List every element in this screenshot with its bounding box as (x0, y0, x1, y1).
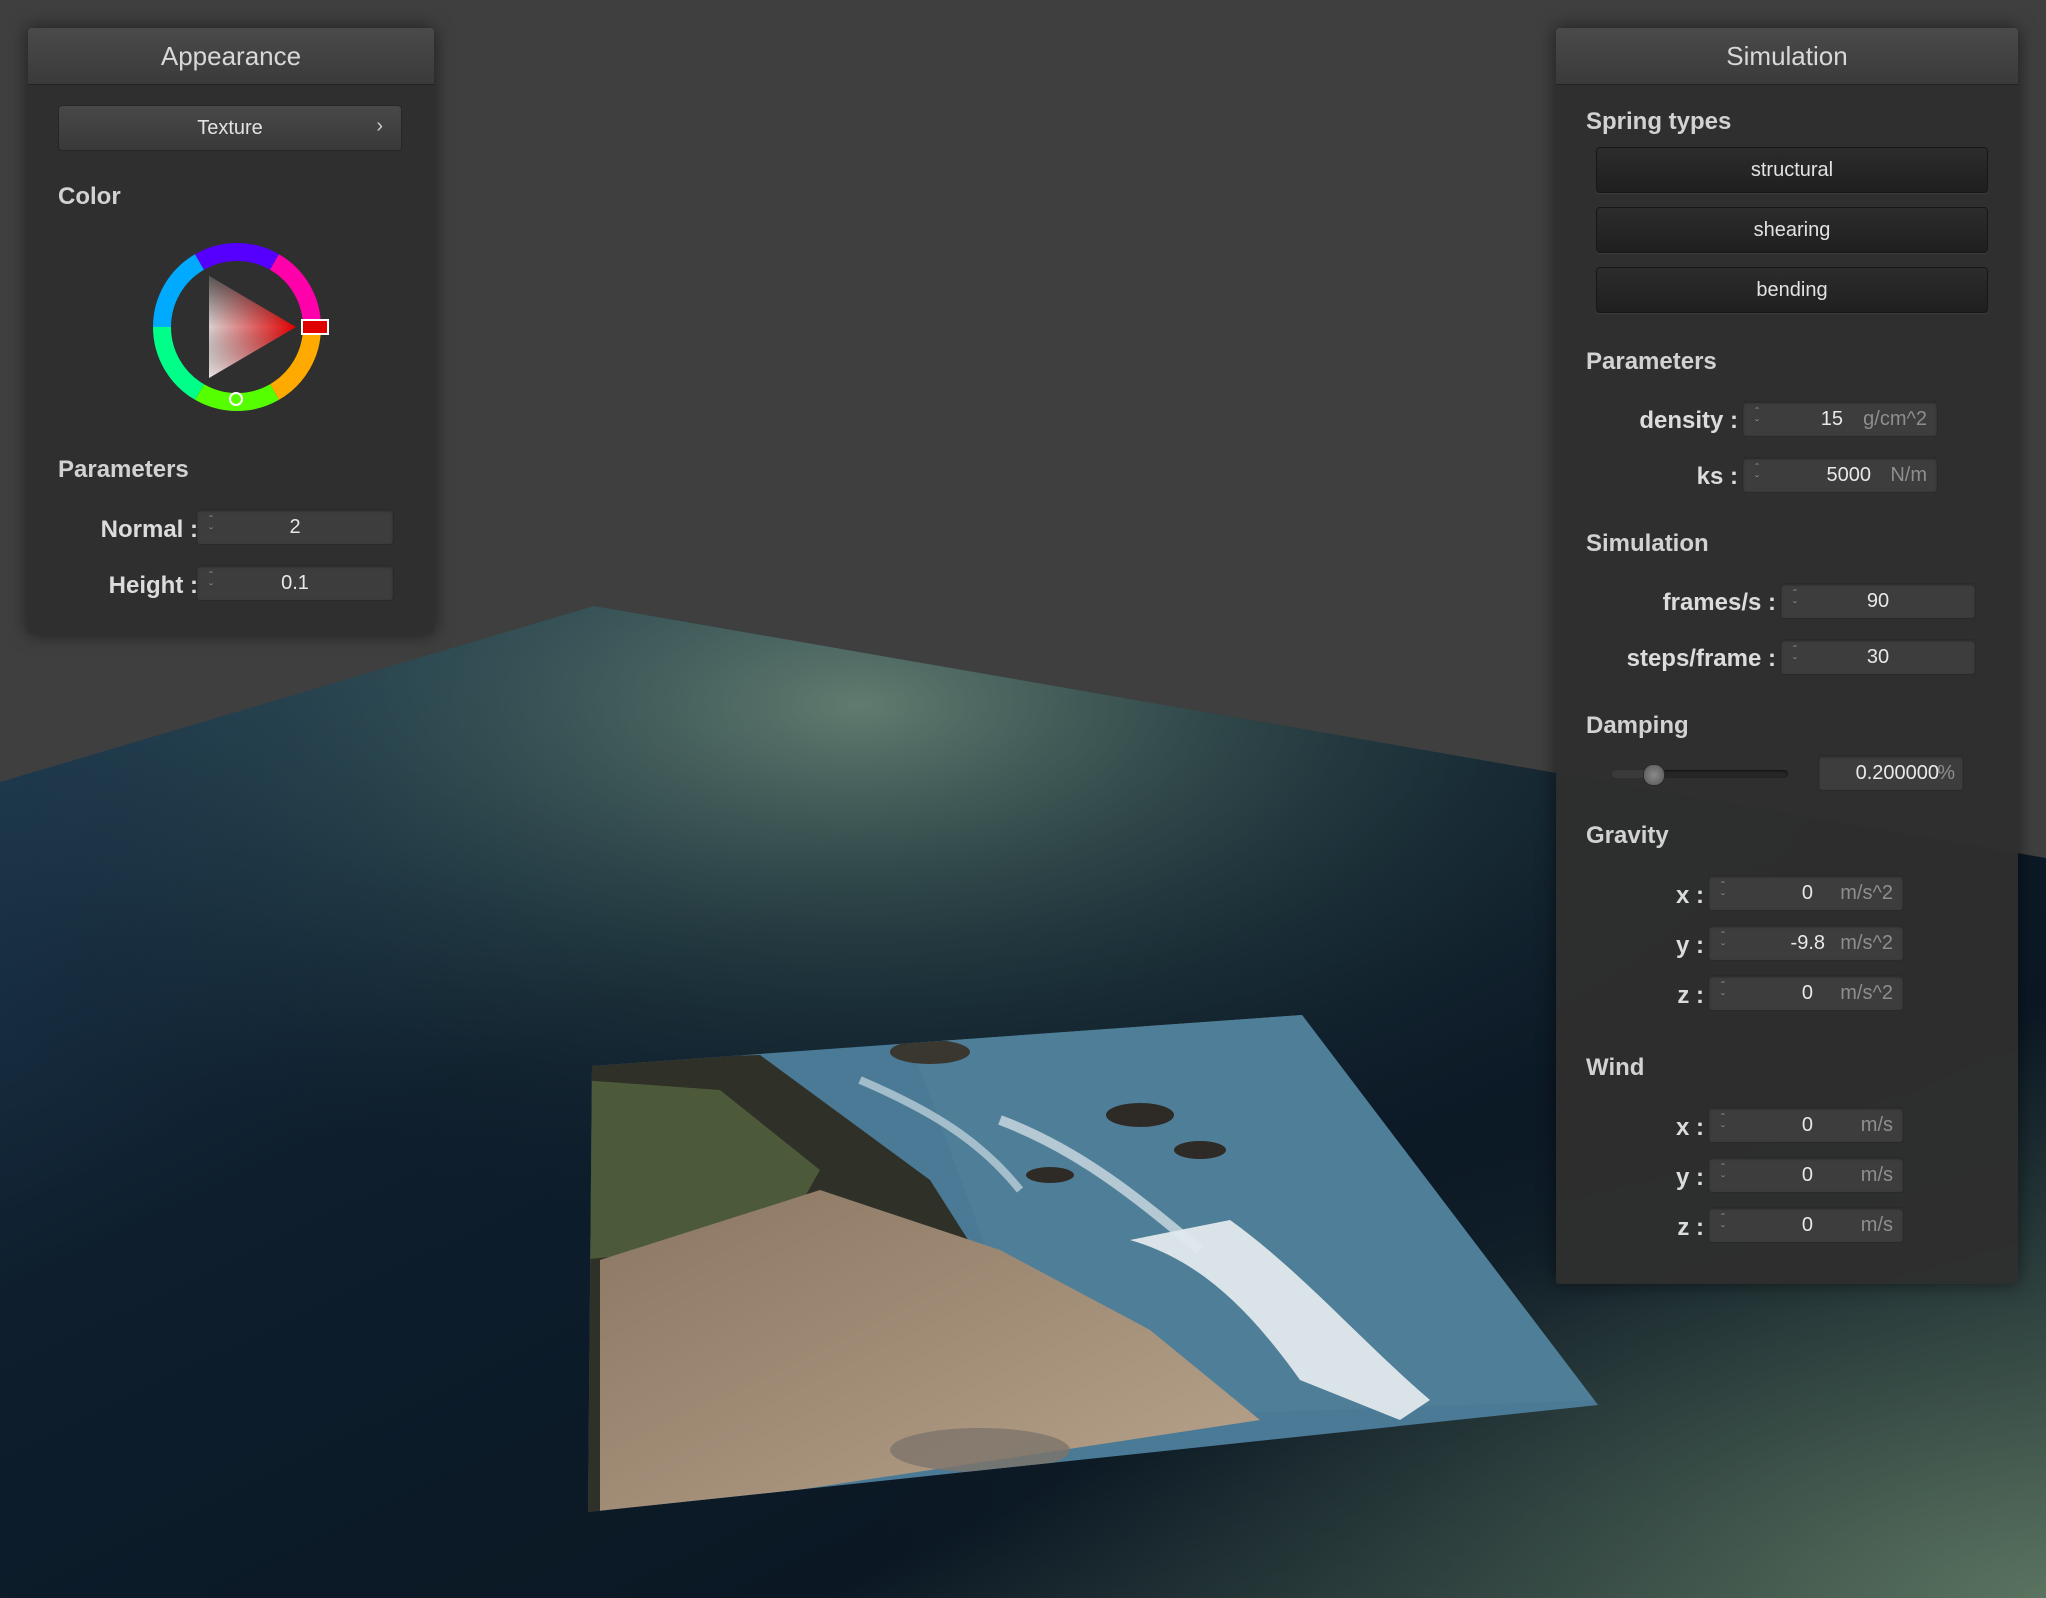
spinner-arrows-icon[interactable]: ˆˇ (1717, 1161, 1729, 1187)
simulation-title: Simulation (1726, 40, 1848, 71)
gravity-z-label: z : (1677, 982, 1704, 1009)
fps-input[interactable]: ˆˇ 90 (1780, 583, 1976, 619)
ks-input[interactable]: ˆˇ 5000 N/m (1742, 457, 1938, 493)
gravity-z-input[interactable]: ˆˇ 0 m/s^2 (1708, 975, 1904, 1011)
height-input[interactable]: ˆˇ 0.1 (196, 565, 394, 601)
damping-unit: % (1937, 762, 1955, 784)
structural-button-label: structural (1750, 158, 1834, 181)
ks-label: ks : (1696, 463, 1738, 490)
gravity-y-unit: m/s^2 (1840, 932, 1893, 954)
simulation-panel: Simulation Spring types structural shear… (1556, 28, 2018, 1284)
density-input[interactable]: ˆˇ 15 g/cm^2 (1742, 401, 1938, 437)
gravity-z-value: 0 (1801, 982, 1813, 1004)
wind-x-input[interactable]: ˆˇ 0 m/s (1708, 1107, 1904, 1143)
damping-slider-handle[interactable] (1643, 764, 1666, 786)
shearing-button-label: shearing (1753, 218, 1831, 241)
spinner-arrows-icon[interactable]: ˆˇ (1717, 879, 1729, 905)
fps-label: frames/s : (1662, 589, 1776, 616)
gravity-y-value: -9.8 (1790, 932, 1825, 954)
spinner-arrows-icon[interactable]: ˆˇ (1751, 461, 1763, 487)
gravity-x-unit: m/s^2 (1840, 882, 1893, 904)
wind-z-unit: m/s (1860, 1214, 1893, 1236)
fps-value: 90 (1866, 590, 1890, 612)
gravity-z-unit: m/s^2 (1840, 982, 1893, 1004)
gravity-x-input[interactable]: ˆˇ 0 m/s^2 (1708, 875, 1904, 911)
appearance-panel: Appearance Texture › Color Parameters No… (28, 28, 434, 634)
steps-value: 30 (1866, 646, 1890, 668)
appearance-panel-header[interactable]: Appearance (28, 28, 434, 85)
bending-button[interactable]: bending (1596, 267, 1988, 313)
spinner-arrows-icon[interactable]: ˆˇ (1717, 1211, 1729, 1237)
spinner-arrows-icon[interactable]: ˆˇ (1717, 1111, 1729, 1137)
color-wheel[interactable] (142, 232, 332, 422)
wind-x-label: x : (1675, 1114, 1704, 1141)
height-label: Height : (108, 572, 198, 599)
normal-label: Normal : (100, 516, 198, 543)
normal-value: 2 (289, 516, 301, 538)
wind-y-value: 0 (1801, 1164, 1813, 1186)
wind-title: Wind (1586, 1054, 1645, 1081)
structural-button[interactable]: structural (1596, 147, 1988, 193)
spinner-arrows-icon[interactable]: ˆˇ (1751, 405, 1763, 431)
wind-y-label: y : (1675, 1164, 1704, 1191)
appearance-title: Appearance (160, 40, 302, 71)
bending-button-label: bending (1756, 278, 1828, 301)
appearance-params-title: Parameters (58, 456, 189, 483)
density-value: 15 (1820, 408, 1843, 430)
normal-input[interactable]: ˆˇ 2 (196, 509, 394, 545)
sim-params-title: Parameters (1586, 348, 1717, 375)
steps-input[interactable]: ˆˇ 30 (1780, 639, 1976, 675)
density-unit: g/cm^2 (1863, 408, 1927, 430)
density-label: density : (1639, 407, 1738, 434)
wind-z-input[interactable]: ˆˇ 0 m/s (1708, 1207, 1904, 1243)
gravity-y-label: y : (1675, 932, 1704, 959)
3d-viewport[interactable]: Appearance Texture › Color Parameters No… (0, 0, 2046, 1598)
simulation-panel-header[interactable]: Simulation (1556, 28, 2018, 85)
texture-button-label: Texture (197, 116, 263, 139)
spinner-arrows-icon[interactable]: ˆˇ (1717, 929, 1729, 955)
damping-slider[interactable] (1612, 764, 1788, 786)
ks-unit: N/m (1890, 464, 1927, 486)
sim-sim-title: Simulation (1586, 530, 1709, 557)
steps-label: steps/frame : (1626, 645, 1776, 672)
wind-y-input[interactable]: ˆˇ 0 m/s (1708, 1157, 1904, 1193)
damping-title: Damping (1586, 712, 1689, 739)
wind-z-value: 0 (1801, 1214, 1813, 1236)
gravity-x-label: x : (1675, 882, 1704, 909)
shearing-button[interactable]: shearing (1596, 207, 1988, 253)
gravity-x-value: 0 (1801, 882, 1813, 904)
wind-z-label: z : (1677, 1214, 1704, 1241)
spring-types-title: Spring types (1586, 108, 1732, 135)
wind-x-unit: m/s (1860, 1114, 1893, 1136)
wind-y-unit: m/s (1860, 1164, 1893, 1186)
hue-handle (301, 319, 329, 335)
color-section-title: Color (58, 183, 121, 210)
damping-value: 0.200000 (1855, 762, 1939, 784)
ks-value: 5000 (1826, 464, 1872, 486)
height-value: 0.1 (281, 572, 309, 594)
chevron-right-icon: › (376, 115, 383, 137)
gravity-y-input[interactable]: ˆˇ -9.8 m/s^2 (1708, 925, 1904, 961)
wind-x-value: 0 (1801, 1114, 1813, 1136)
spinner-arrows-icon[interactable]: ˆˇ (1717, 979, 1729, 1005)
texture-button[interactable]: Texture › (58, 105, 402, 151)
gravity-title: Gravity (1586, 822, 1669, 849)
damping-input[interactable]: 0.200000 % (1818, 755, 1964, 791)
